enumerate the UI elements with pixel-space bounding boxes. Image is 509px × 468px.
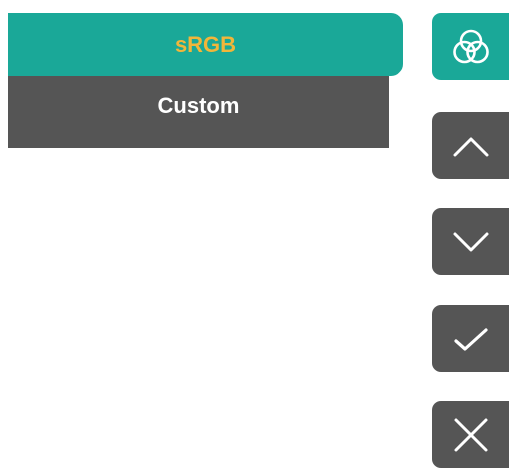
- color-mode-menu: sRGB Custom: [8, 13, 403, 148]
- menu-item-custom[interactable]: Custom: [8, 76, 389, 148]
- menu-item-srgb[interactable]: sRGB: [8, 13, 403, 76]
- checkmark-icon: [453, 327, 488, 351]
- menu-item-label: sRGB: [174, 31, 237, 57]
- chevron-up-icon: [453, 137, 488, 156]
- close-button[interactable]: [432, 401, 509, 468]
- color-mode-button[interactable]: [432, 13, 509, 80]
- up-button[interactable]: [432, 112, 509, 179]
- confirm-button[interactable]: [432, 305, 509, 372]
- close-icon: [454, 418, 487, 451]
- color-circles-icon: [452, 29, 489, 63]
- menu-item-label: Custom: [157, 93, 240, 118]
- chevron-down-icon: [453, 232, 488, 251]
- down-button[interactable]: [432, 208, 509, 275]
